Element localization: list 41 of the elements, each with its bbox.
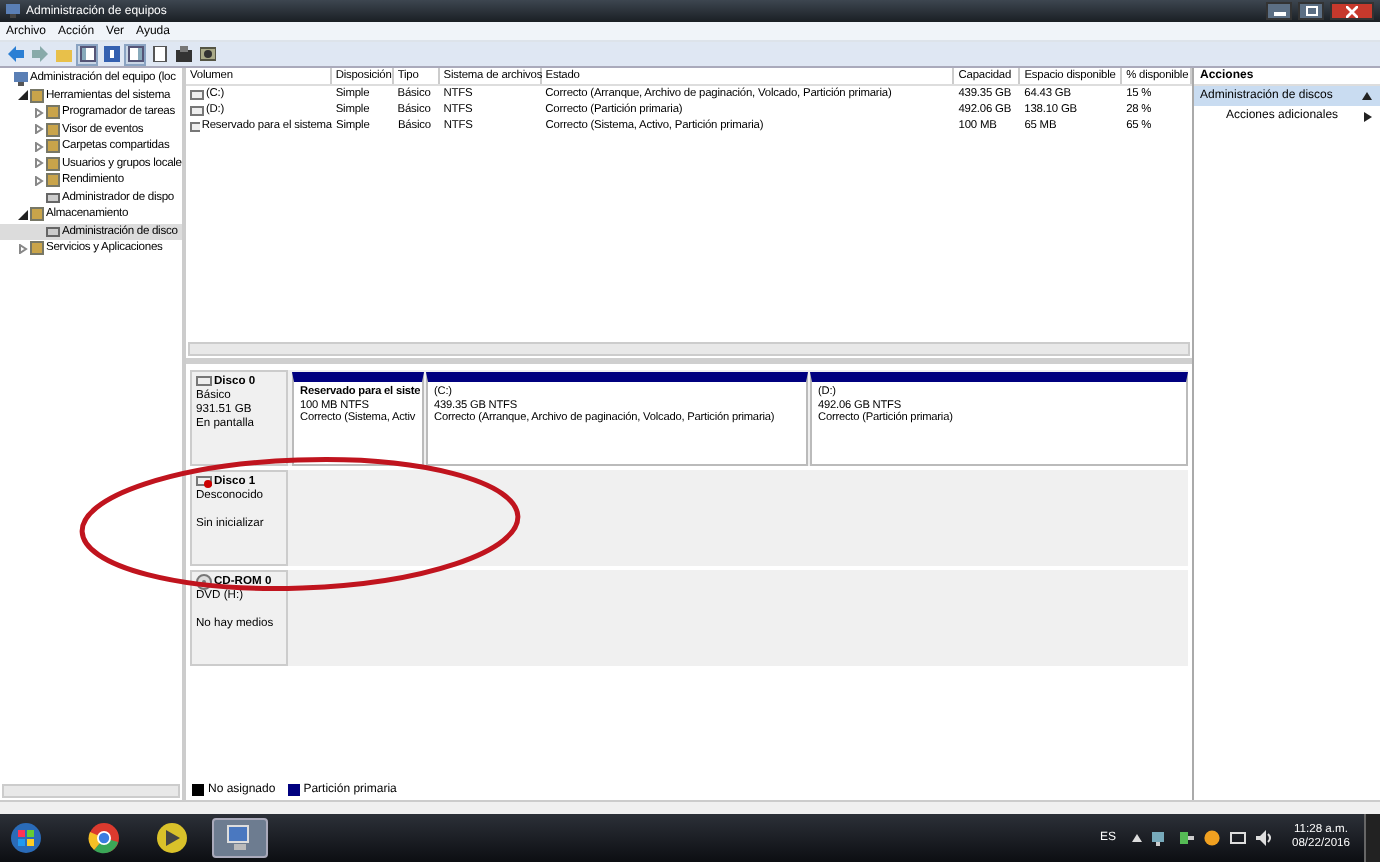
forward-arrow-icon bbox=[31, 46, 47, 62]
panel-icon bbox=[127, 46, 143, 62]
computer-icon bbox=[14, 70, 28, 87]
back-arrow-icon bbox=[7, 46, 23, 62]
horizontal-scrollbar[interactable] bbox=[2, 784, 180, 798]
close-icon bbox=[1346, 5, 1358, 17]
disk-settings-button[interactable] bbox=[196, 43, 218, 65]
folder-icon bbox=[55, 46, 71, 62]
settings-icon bbox=[199, 46, 215, 62]
panel-icon bbox=[79, 46, 95, 62]
network-icon[interactable] bbox=[1151, 830, 1168, 846]
horizontal-scrollbar[interactable] bbox=[188, 342, 1190, 356]
submenu-arrow-icon bbox=[1364, 111, 1372, 121]
export-button[interactable] bbox=[148, 43, 170, 65]
coin-icon[interactable] bbox=[1203, 830, 1220, 846]
start-button[interactable] bbox=[6, 818, 46, 858]
back-button[interactable] bbox=[4, 43, 26, 65]
minimize-icon bbox=[1273, 7, 1285, 15]
show-desktop-button[interactable] bbox=[1364, 814, 1380, 862]
collapse-caret-icon bbox=[1362, 92, 1372, 100]
maximize-icon bbox=[1305, 6, 1317, 16]
show-actions-button[interactable] bbox=[124, 43, 146, 65]
browser-icon bbox=[88, 822, 120, 854]
drive-icon bbox=[196, 474, 212, 490]
computer-icon bbox=[4, 2, 22, 20]
maximize-button[interactable] bbox=[1298, 2, 1324, 20]
speaker-icon[interactable] bbox=[1255, 830, 1272, 846]
properties-icon bbox=[175, 46, 191, 62]
document-icon bbox=[151, 46, 167, 62]
properties-button[interactable] bbox=[172, 43, 194, 65]
help-book-icon bbox=[103, 46, 119, 62]
start-orb-icon bbox=[10, 822, 42, 854]
close-button[interactable] bbox=[1330, 2, 1374, 20]
plug-icon[interactable] bbox=[1177, 830, 1194, 846]
minimize-button[interactable] bbox=[1266, 2, 1292, 20]
show-hidden-icons-icon[interactable] bbox=[1131, 834, 1142, 842]
display-icon[interactable] bbox=[1229, 830, 1246, 846]
round-app-icon bbox=[156, 822, 188, 854]
show-tree-button[interactable] bbox=[76, 43, 98, 65]
drive-icon bbox=[196, 374, 212, 390]
help-button[interactable] bbox=[100, 43, 122, 65]
